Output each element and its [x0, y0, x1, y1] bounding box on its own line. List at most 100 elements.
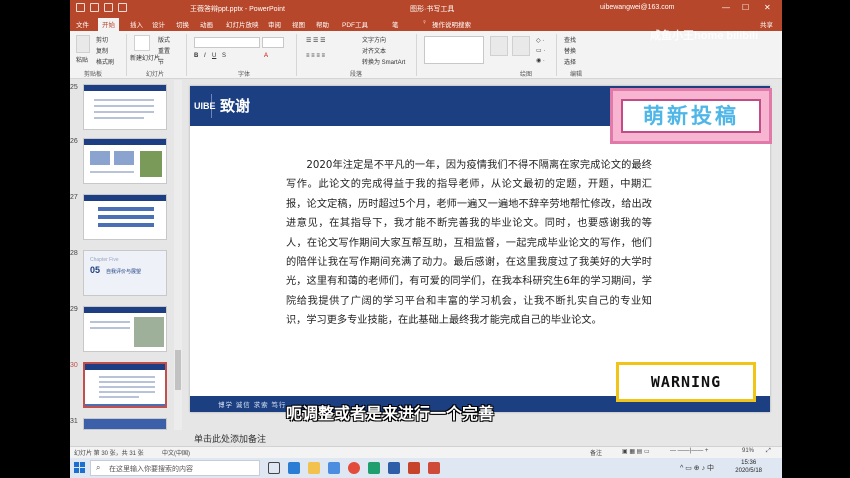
account-email[interactable]: uibewangwei@163.com	[600, 4, 674, 11]
scrollbar-thumb[interactable]	[175, 350, 181, 390]
word-icon[interactable]	[388, 462, 400, 474]
paste-icon[interactable]	[76, 35, 90, 53]
taskbar-clock[interactable]: 15:36 2020/5/18	[735, 459, 762, 475]
powerpoint-icon[interactable]	[408, 462, 420, 474]
text-direction-button[interactable]: 文字方向	[362, 35, 386, 44]
maximize-button[interactable]: ☐	[742, 3, 749, 12]
chrome-icon[interactable]	[348, 462, 360, 474]
task-view-icon[interactable]	[268, 462, 280, 474]
group-divider	[296, 34, 297, 76]
italic-icon[interactable]: I	[204, 53, 206, 59]
smartart-button[interactable]: 转换为 SmartArt	[362, 57, 405, 66]
replace-button[interactable]: 替换	[564, 46, 576, 55]
tab-review[interactable]: 审阅	[268, 19, 281, 29]
zoom-level[interactable]: 91%	[742, 448, 754, 454]
bullets-icon[interactable]: ☰ ☰ ☰	[306, 37, 325, 44]
align-text-button[interactable]: 对齐文本	[362, 46, 386, 55]
font-size-select[interactable]	[262, 37, 284, 48]
underline-icon[interactable]: U	[212, 53, 216, 59]
cut-button[interactable]: 剪切	[96, 35, 108, 44]
share-button[interactable]: 共享	[760, 19, 773, 29]
format-painter-button[interactable]: 格式刷	[96, 57, 114, 66]
slide-thumbnail[interactable]	[83, 84, 167, 130]
tab-design[interactable]: 设计	[152, 19, 165, 29]
redo-icon[interactable]	[118, 3, 127, 12]
thumb-line	[90, 327, 130, 329]
video-watermark: 咸鱼小王home bilibili	[650, 30, 759, 42]
shape-effects-icon[interactable]: ◉ ·	[536, 57, 545, 64]
thumb-line	[94, 117, 144, 119]
shape-outline-icon[interactable]: ▭ ·	[536, 47, 545, 54]
slide-thumbnail-selected[interactable]	[83, 362, 167, 408]
taskbar-search-input[interactable]: ⌕ 在这里输入你要搜索的内容	[90, 460, 260, 476]
editing-group-label: 编辑	[570, 72, 583, 78]
autosave-icon[interactable]	[76, 3, 85, 12]
slide-thumbnail[interactable]: Chapter Five 05 自我评价与展望	[83, 250, 167, 296]
shapes-gallery[interactable]	[424, 36, 484, 64]
arrange-icon[interactable]	[490, 36, 508, 56]
tab-pdf-tools[interactable]: PDF工具	[342, 19, 368, 29]
new-slide-icon[interactable]	[134, 35, 150, 51]
layout-button[interactable]: 版式	[158, 35, 170, 44]
tab-transitions[interactable]: 切换	[176, 19, 189, 29]
slide-thumbnail[interactable]	[83, 306, 167, 352]
paste-button[interactable]: 粘贴	[76, 55, 88, 64]
tab-slideshow[interactable]: 幻灯片放映	[226, 19, 259, 29]
store-icon[interactable]	[328, 462, 340, 474]
thumbnails-scrollbar[interactable]	[174, 80, 182, 430]
thumb-image	[90, 151, 110, 165]
zoom-slider[interactable]: — ——|—— +	[670, 448, 708, 454]
slide-thumbnail[interactable]	[83, 138, 167, 184]
app-icon[interactable]	[428, 462, 440, 474]
tab-insert[interactable]: 插入	[130, 19, 143, 29]
minimize-button[interactable]: —	[722, 3, 730, 12]
slide-title[interactable]: 致谢	[220, 95, 250, 116]
window-title: 王薇答辩ppt.pptx - PowerPoint	[190, 6, 285, 13]
edge-icon[interactable]	[288, 462, 300, 474]
language-indicator[interactable]: 中文(中国)	[162, 448, 190, 457]
save-icon[interactable]	[90, 3, 99, 12]
windows-start-icon[interactable]	[74, 462, 86, 474]
notes-pane[interactable]: 单击此处添加备注	[188, 430, 782, 446]
slide-thumbnail[interactable]	[83, 194, 167, 240]
app-icon[interactable]	[368, 462, 380, 474]
fit-slide-icon[interactable]: ⤢	[766, 448, 771, 455]
undo-icon[interactable]	[104, 3, 113, 12]
tab-animations[interactable]: 动画	[200, 19, 213, 29]
shadow-icon[interactable]: S	[222, 53, 226, 59]
tab-pen[interactable]: 笔	[392, 19, 399, 29]
reset-button[interactable]: 重置	[158, 46, 170, 55]
thumb-line	[94, 99, 154, 101]
tell-me-search[interactable]: 操作说明搜索	[432, 19, 471, 29]
view-buttons[interactable]: ▣ ▦ ▤ ▭	[622, 448, 650, 455]
notes-placeholder[interactable]: 单击此处添加备注	[194, 432, 266, 445]
shape-fill-icon[interactable]: ◇ ·	[536, 37, 544, 44]
section-button[interactable]: 节	[158, 57, 164, 66]
file-explorer-icon[interactable]	[308, 462, 320, 474]
copy-button[interactable]: 复制	[96, 46, 108, 55]
find-button[interactable]: 查找	[564, 35, 576, 44]
tab-help[interactable]: 帮助	[316, 19, 329, 29]
tab-home[interactable]: 开始	[98, 18, 119, 31]
thumb-number: 25	[70, 84, 78, 91]
context-tool-label: 图形·书写工具	[410, 6, 455, 13]
acknowledgement-text[interactable]: 2020年注定是不平凡的一年，因为疫情我们不得不隔离在家完成论文的最终写作。此论…	[286, 156, 652, 331]
new-slide-button[interactable]: 新建幻灯片	[130, 53, 160, 62]
font-color-icon[interactable]: A	[264, 53, 268, 59]
thumb-line	[99, 391, 155, 393]
font-family-select[interactable]	[194, 37, 260, 48]
slide-thumbnail[interactable]	[83, 418, 167, 430]
bold-icon[interactable]: B	[194, 53, 198, 59]
tab-file[interactable]: 文件	[76, 19, 89, 29]
thumb-line	[99, 396, 139, 398]
drawing-group-label: 绘图	[520, 72, 533, 78]
title-bar: 王薇答辩ppt.pptx - PowerPoint 图形·书写工具 uibewa…	[70, 0, 782, 17]
tab-view[interactable]: 视图	[292, 19, 305, 29]
quick-styles-icon[interactable]	[512, 36, 530, 56]
group-divider	[126, 34, 127, 76]
close-button[interactable]: ✕	[764, 3, 771, 12]
system-tray-icons[interactable]: ^ ▭ ⊕ ♪ 中	[680, 463, 714, 473]
select-button[interactable]: 选择	[564, 57, 576, 66]
notes-toggle-button[interactable]: 备注	[590, 448, 602, 457]
align-icon[interactable]: ≡ ≡ ≡ ≡	[306, 53, 325, 59]
